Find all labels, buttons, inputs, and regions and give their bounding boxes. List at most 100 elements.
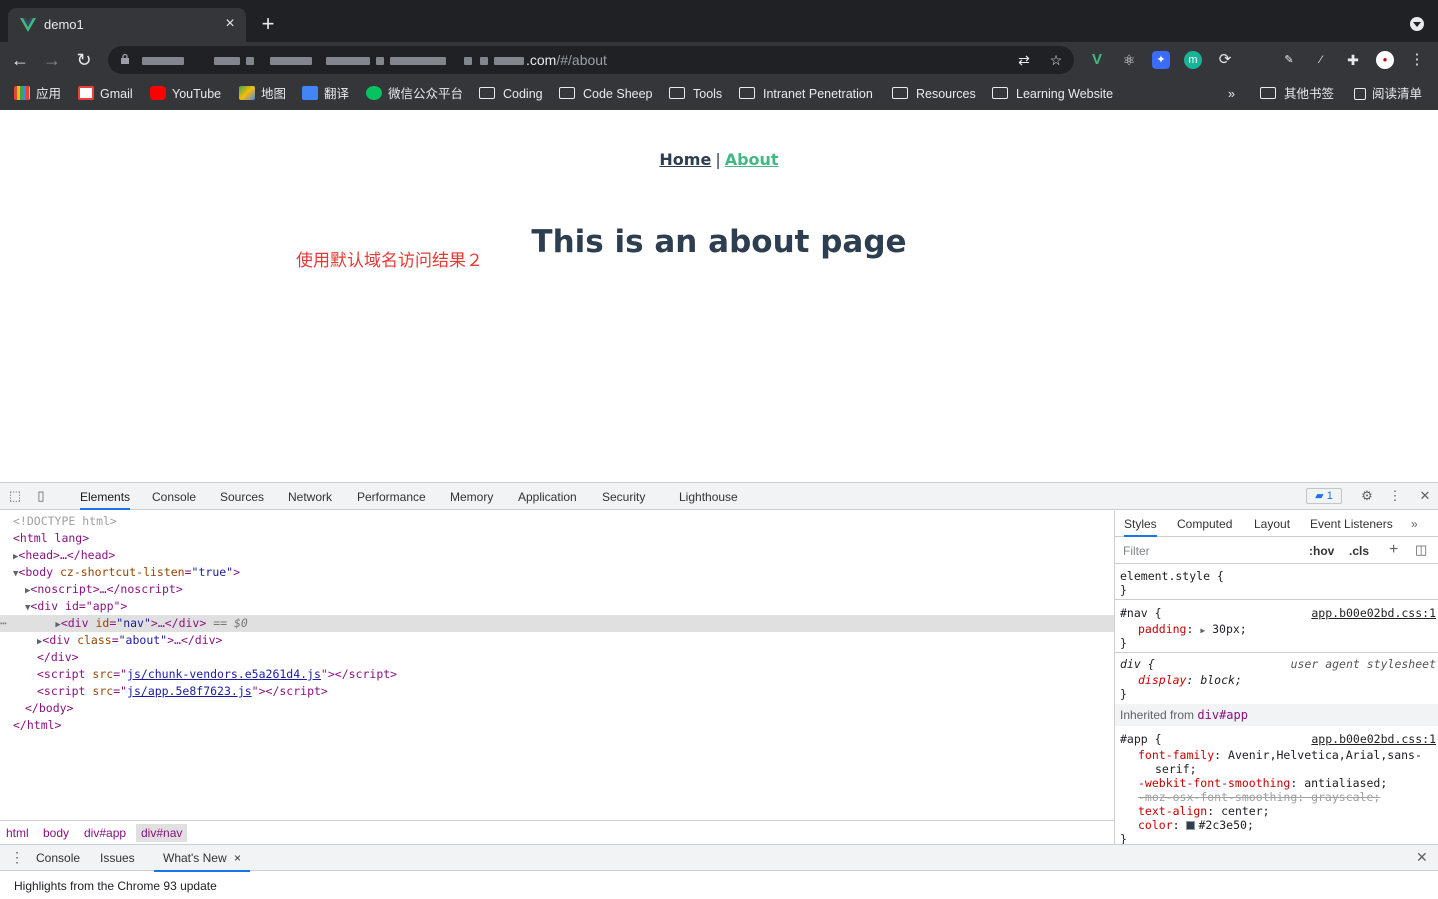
- dom-noscript[interactable]: ▶<noscript>…</noscript>: [25, 581, 1139, 598]
- dom-body-close[interactable]: </body>: [25, 700, 1139, 717]
- dom-div-app-close[interactable]: </div>: [37, 649, 1151, 666]
- devtools-tab-elements[interactable]: Elements: [80, 490, 131, 510]
- bookmark-youtube[interactable]: YouTube: [150, 86, 221, 102]
- more-tabs-chevron-icon[interactable]: »: [1411, 517, 1418, 531]
- rule-app-color[interactable]: color: #2c3e50;: [1138, 818, 1254, 832]
- bookmark-folder-code-sheep[interactable]: Code Sheep: [559, 86, 653, 102]
- tab-close-icon[interactable]: ×: [222, 16, 238, 32]
- pen-extension-icon[interactable]: ✎: [1280, 51, 1298, 69]
- rule-nav-selector[interactable]: #nav {: [1120, 606, 1162, 620]
- bookmarks-overflow-chevron-icon[interactable]: »: [1228, 86, 1235, 102]
- devtools-tab-security[interactable]: Security: [602, 490, 645, 510]
- styles-tab-computed[interactable]: Computed: [1177, 517, 1232, 531]
- nav-link-about[interactable]: About: [725, 150, 779, 169]
- dom-html[interactable]: <html lang>: [13, 530, 1127, 547]
- rule-app-smoothing[interactable]: -webkit-font-smoothing: antialiased;: [1138, 776, 1387, 790]
- breadcrumb-body[interactable]: body: [43, 826, 69, 840]
- bookmark-folder-resources[interactable]: Resources: [892, 86, 976, 102]
- breadcrumb-html[interactable]: html: [6, 826, 29, 840]
- browser-tab[interactable]: demo1 ×: [8, 8, 246, 42]
- toggle-sidebar-icon[interactable]: ◫: [1415, 542, 1427, 558]
- drawer-close-icon[interactable]: ✕: [1416, 849, 1428, 866]
- dom-script-vendors[interactable]: <script src="js/chunk-vendors.e5a261d4.j…: [37, 666, 1151, 683]
- devtools-tab-sources[interactable]: Sources: [220, 490, 264, 510]
- hover-state-toggle[interactable]: :hov: [1309, 544, 1334, 558]
- devtools-close-icon[interactable]: ✕: [1418, 489, 1432, 503]
- dom-html-close[interactable]: </html>: [13, 717, 1127, 734]
- rule-app-selector[interactable]: #app {: [1120, 732, 1162, 746]
- nav-link-home[interactable]: Home: [659, 150, 711, 169]
- device-toolbar-icon[interactable]: ▯: [34, 489, 48, 503]
- script-app-link[interactable]: js/app.5e8f7623.js: [127, 684, 252, 698]
- dom-body[interactable]: ▼<body cz-shortcut-listen="true">: [13, 564, 1127, 581]
- styles-filter-input[interactable]: Filter: [1123, 544, 1150, 558]
- bookmark-wechat[interactable]: 微信公众平台: [366, 86, 463, 102]
- dom-div-about[interactable]: ▶<div class="about">…</div>: [37, 632, 1151, 649]
- react-extension-icon[interactable]: ⚛: [1120, 51, 1138, 69]
- bookmark-other-folder[interactable]: 其他书签: [1260, 86, 1334, 102]
- devtools-tab-application[interactable]: Application: [518, 490, 577, 510]
- styles-tab-event-listeners[interactable]: Event Listeners: [1310, 517, 1393, 531]
- drawer-tab-whats-new[interactable]: What's New ×: [154, 851, 250, 872]
- address-bar[interactable]: .com/#/about ⇄ ☆: [108, 46, 1074, 74]
- devtools-tab-network[interactable]: Network: [288, 490, 332, 510]
- devtools-tab-lighthouse[interactable]: Lighthouse: [679, 490, 738, 510]
- bookmark-folder-tools[interactable]: Tools: [669, 86, 722, 102]
- puzzle-extensions-icon[interactable]: ✚: [1344, 51, 1362, 69]
- dom-doctype[interactable]: <!DOCTYPE html>: [13, 513, 1127, 530]
- color-swatch[interactable]: [1186, 821, 1196, 830]
- drawer-menu-icon[interactable]: ⋮: [10, 849, 24, 866]
- profile-avatar[interactable]: ●: [1376, 51, 1394, 69]
- devtools-tab-memory[interactable]: Memory: [450, 490, 493, 510]
- script-vendors-link[interactable]: js/chunk-vendors.e5a261d4.js: [127, 667, 321, 681]
- rule-nav-padding[interactable]: padding: ▶ 30px;: [1138, 622, 1247, 636]
- bookmark-gmail[interactable]: Gmail: [78, 86, 133, 102]
- close-tab-icon[interactable]: ×: [234, 851, 241, 865]
- devtools-tab-console[interactable]: Console: [152, 490, 196, 510]
- bookmark-folder-coding[interactable]: Coding: [479, 86, 543, 102]
- inherited-from-link[interactable]: div#app: [1197, 708, 1248, 722]
- bookmark-apps[interactable]: 应用: [14, 86, 61, 102]
- styles-tab-layout[interactable]: Layout: [1254, 517, 1290, 531]
- devtools-tab-performance[interactable]: Performance: [357, 490, 426, 510]
- tab-search-icon[interactable]: [1410, 17, 1424, 31]
- issues-badge[interactable]: ▰ 1: [1306, 488, 1342, 504]
- bookmark-star-icon[interactable]: ☆: [1048, 52, 1064, 68]
- extension-m-icon[interactable]: m: [1184, 51, 1202, 69]
- dom-script-app[interactable]: <script src="js/app.5e8f7623.js"></scrip…: [37, 683, 1151, 700]
- bookmark-folder-intranet[interactable]: Intranet Penetration: [739, 86, 873, 102]
- rule-app-font-family[interactable]: font-family: Avenir,Helvetica,Arial,sans…: [1138, 748, 1422, 762]
- rule-div-display[interactable]: display: block;: [1138, 673, 1242, 687]
- browser-menu-icon[interactable]: ⋮: [1408, 51, 1426, 69]
- dom-div-nav-selected[interactable]: ⋯ ▶<div id="nav">…</div> == $0: [0, 615, 1114, 632]
- bookmark-translate[interactable]: 翻译: [302, 86, 349, 102]
- breadcrumb-div-app[interactable]: div#app: [84, 826, 126, 840]
- rule-element-style[interactable]: element.style {: [1120, 569, 1224, 583]
- styles-tab-styles[interactable]: Styles: [1124, 517, 1157, 537]
- line-extension-icon[interactable]: ⁄: [1312, 51, 1330, 69]
- translate-page-icon[interactable]: ⇄: [1016, 52, 1032, 68]
- back-arrow-icon[interactable]: ←: [10, 50, 30, 70]
- drawer-tab-issues[interactable]: Issues: [100, 851, 135, 865]
- expand-triangle-icon[interactable]: ▶: [1200, 626, 1205, 635]
- drawer-tab-console[interactable]: Console: [36, 851, 80, 865]
- extension-blue-icon[interactable]: ✦: [1152, 51, 1170, 69]
- reload-icon[interactable]: ↻: [74, 50, 94, 70]
- rule-app-text-align[interactable]: text-align: center;: [1138, 804, 1270, 818]
- rule-app-moz-smoothing[interactable]: -moz-osx-font-smoothing: grayscale;: [1138, 790, 1380, 804]
- vue-devtools-extension-icon[interactable]: V: [1088, 51, 1106, 69]
- settings-gear-icon[interactable]: ⚙: [1360, 489, 1374, 503]
- class-toggle[interactable]: .cls: [1349, 544, 1369, 558]
- more-ellipsis-icon[interactable]: ⋯: [0, 616, 14, 630]
- breadcrumb-div-nav[interactable]: div#nav: [136, 824, 188, 842]
- rule-nav-source-link[interactable]: app.b00e02bd.css:1: [1311, 606, 1436, 620]
- sync-extension-icon[interactable]: ⟳: [1216, 51, 1234, 69]
- dom-div-app[interactable]: ▼<div id="app">: [25, 598, 1139, 615]
- new-rule-plus-icon[interactable]: +: [1389, 541, 1398, 559]
- forward-arrow-icon[interactable]: →: [42, 50, 62, 70]
- rule-app-source-link[interactable]: app.b00e02bd.css:1: [1311, 732, 1436, 746]
- new-tab-plus-icon[interactable]: +: [258, 13, 278, 35]
- dom-head[interactable]: ▶<head>…</head>: [13, 547, 1127, 564]
- reading-list[interactable]: 阅读清单: [1354, 86, 1422, 102]
- inspect-element-icon[interactable]: ⬚: [8, 489, 22, 503]
